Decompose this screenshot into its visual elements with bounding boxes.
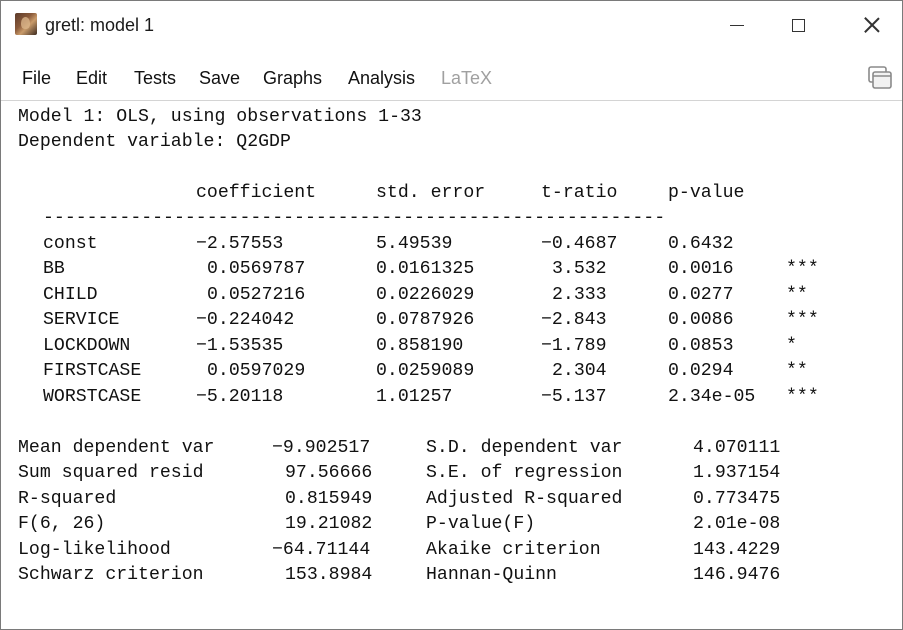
row-name: WORSTCASE xyxy=(43,387,142,407)
menu-tests[interactable]: Tests xyxy=(134,67,176,89)
stat-value: −9.902517 xyxy=(272,438,371,458)
row-coef: −0.224042 xyxy=(196,310,295,330)
menu-edit[interactable]: Edit xyxy=(76,67,107,89)
stat-label: F(6, 26) xyxy=(18,514,106,534)
stat-value: 1.937154 xyxy=(693,463,781,483)
menu-analysis[interactable]: Analysis xyxy=(348,67,415,89)
row-coef: −2.57553 xyxy=(196,234,284,254)
menu-file[interactable]: File xyxy=(22,67,51,89)
row-se: 0.0161325 xyxy=(376,259,475,279)
stat-value: 153.8984 xyxy=(285,565,373,585)
stat-value: 19.21082 xyxy=(285,514,373,534)
model-window: gretl: model 1 File Edit Tests Save Grap… xyxy=(0,0,903,630)
col-header-coefficient: coefficient xyxy=(196,183,317,203)
row-name: SERVICE xyxy=(43,310,120,330)
row-p: 0.0294 xyxy=(668,361,734,381)
row-name: LOCKDOWN xyxy=(43,336,131,356)
dependent-variable-line: Dependent variable: Q2GDP xyxy=(18,132,291,152)
stat-label: P-value(F) xyxy=(426,514,536,534)
row-stars: *** xyxy=(786,259,819,279)
row-p: 0.0277 xyxy=(668,285,734,305)
row-name: BB xyxy=(43,259,65,279)
stat-label: Hannan-Quinn xyxy=(426,565,557,585)
stat-value: 143.4229 xyxy=(693,540,781,560)
row-name: const xyxy=(43,234,98,254)
stat-value: −64.71144 xyxy=(272,540,371,560)
menu-graphs[interactable]: Graphs xyxy=(263,67,322,89)
row-se: 1.01257 xyxy=(376,387,453,407)
row-name: CHILD xyxy=(43,285,98,305)
model-output-text[interactable]: Model 1: OLS, using observations 1-33 De… xyxy=(1,100,902,629)
stat-label: Adjusted R-squared xyxy=(426,489,623,509)
row-p: 0.0016 xyxy=(668,259,734,279)
minimize-button[interactable] xyxy=(707,1,767,49)
row-stars: *** xyxy=(786,387,819,407)
row-se: 0.0226029 xyxy=(376,285,475,305)
row-coef: 0.0597029 xyxy=(207,361,306,381)
row-stars: ** xyxy=(786,285,808,305)
row-t: −5.137 xyxy=(541,387,607,407)
window-title: gretl: model 1 xyxy=(45,15,155,35)
row-t: 3.532 xyxy=(552,259,607,279)
menu-save[interactable]: Save xyxy=(199,67,240,89)
row-coef: −5.20118 xyxy=(196,387,284,407)
minimize-icon xyxy=(730,24,744,26)
copy-icon[interactable] xyxy=(867,65,893,91)
maximize-icon xyxy=(791,18,805,32)
row-t: −2.843 xyxy=(541,310,607,330)
stat-label: Log-likelihood xyxy=(18,540,171,560)
stat-value: 0.815949 xyxy=(285,489,373,509)
row-coef: 0.0569787 xyxy=(207,259,306,279)
gretl-app-icon xyxy=(15,13,37,35)
row-t: 2.304 xyxy=(552,361,607,381)
stat-label: S.D. dependent var xyxy=(426,438,623,458)
row-p: 0.0086 xyxy=(668,310,734,330)
title-bar[interactable]: gretl: model 1 xyxy=(1,1,902,49)
row-t: 2.333 xyxy=(552,285,607,305)
row-se: 0.858190 xyxy=(376,336,464,356)
row-coef: 0.0527216 xyxy=(207,285,306,305)
row-t: −1.789 xyxy=(541,336,607,356)
row-coef: −1.53535 xyxy=(196,336,284,356)
row-stars: *** xyxy=(786,310,819,330)
maximize-button[interactable] xyxy=(768,1,828,49)
row-stars: ** xyxy=(786,361,808,381)
stat-label: Sum squared resid xyxy=(18,463,204,483)
stat-value: 97.56666 xyxy=(285,463,373,483)
model-header-line: Model 1: OLS, using observations 1-33 xyxy=(18,107,422,127)
menu-bar: File Edit Tests Save Graphs Analysis LaT… xyxy=(1,61,902,95)
separator-line: ----------------------------------------… xyxy=(43,208,666,228)
close-button[interactable] xyxy=(842,1,902,49)
stat-value: 4.070111 xyxy=(693,438,781,458)
stat-label: R-squared xyxy=(18,489,117,509)
row-se: 0.0787926 xyxy=(376,310,475,330)
row-p: 0.6432 xyxy=(668,234,734,254)
menu-latex: LaTeX xyxy=(441,68,493,88)
col-header-p-value: p-value xyxy=(668,183,745,203)
col-header-std-error: std. error xyxy=(376,183,486,203)
stat-value: 2.01e-08 xyxy=(693,514,781,534)
row-se: 0.0259089 xyxy=(376,361,475,381)
stat-label: Mean dependent var xyxy=(18,438,215,458)
row-stars: * xyxy=(786,336,797,356)
row-se: 5.49539 xyxy=(376,234,453,254)
row-p: 0.0853 xyxy=(668,336,734,356)
stat-label: Schwarz criterion xyxy=(18,565,204,585)
row-name: FIRSTCASE xyxy=(43,361,142,381)
col-header-t-ratio: t-ratio xyxy=(541,183,618,203)
row-p: 2.34e-05 xyxy=(668,387,756,407)
stat-value: 146.9476 xyxy=(693,565,781,585)
close-icon xyxy=(864,17,880,33)
stat-value: 0.773475 xyxy=(693,489,781,509)
row-t: −0.4687 xyxy=(541,234,618,254)
stat-label: Akaike criterion xyxy=(426,540,601,560)
stat-label: S.E. of regression xyxy=(426,463,623,483)
